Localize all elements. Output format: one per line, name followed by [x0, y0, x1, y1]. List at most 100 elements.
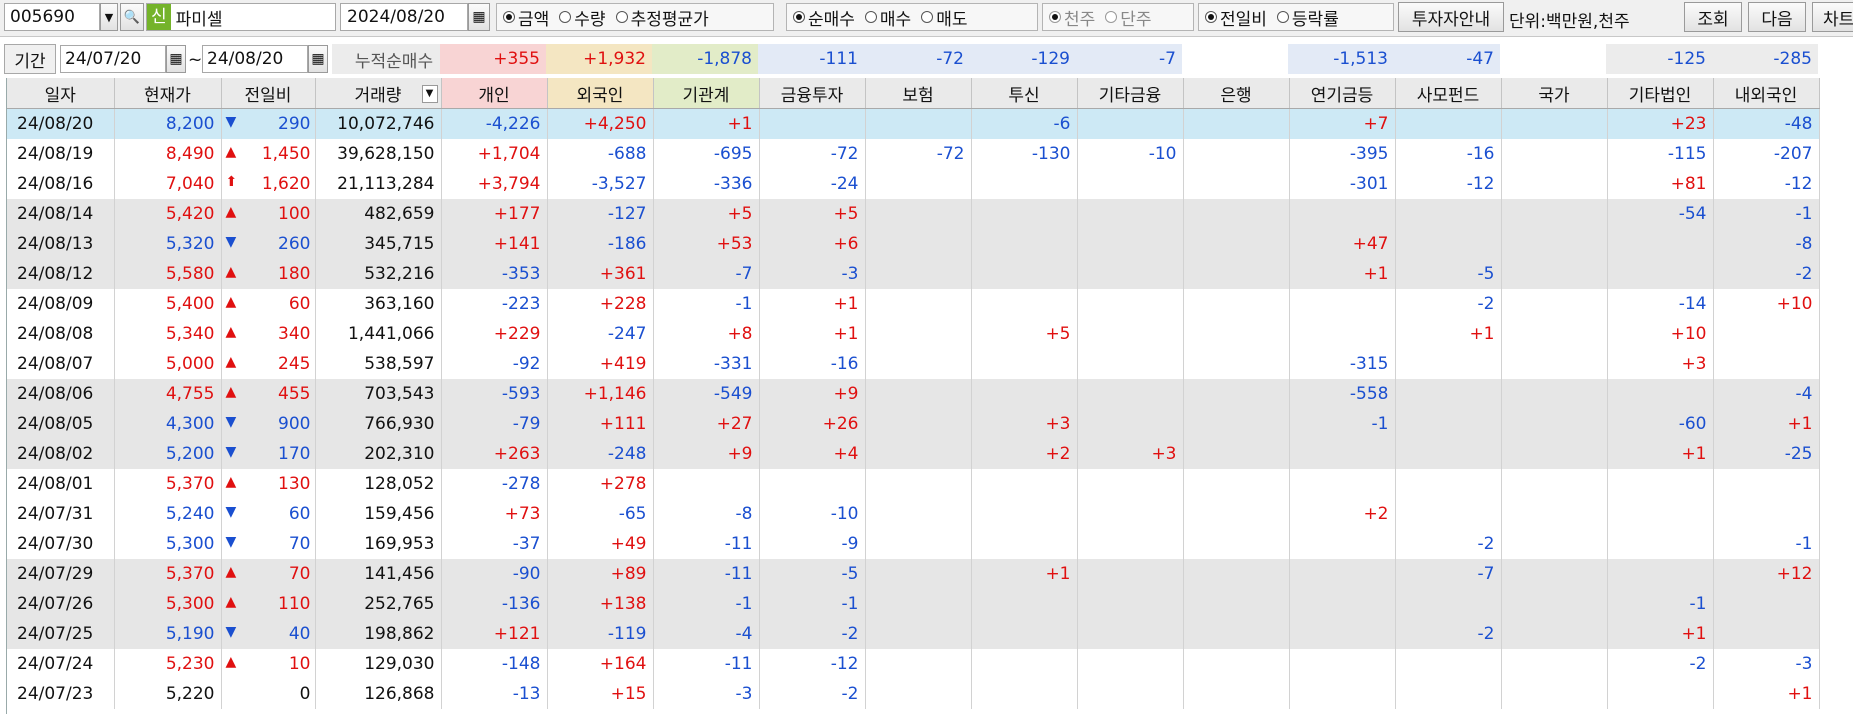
table-row[interactable]: 24/08/06 4,755 ▲ 455 703,543 -593 +1,146 -549 +9…: [7, 378, 1820, 409]
radio-quantity[interactable]: 수량: [559, 5, 606, 30]
table-row[interactable]: 24/08/13 5,320 ▼ 260 345,715 +141 -186 +53 +6 +47…: [7, 228, 1820, 259]
column-header-16[interactable]: 내외국인: [1713, 78, 1820, 109]
cell-value: 5,370: [165, 473, 215, 494]
date-picker-button[interactable]: ▦: [468, 3, 490, 31]
table-row[interactable]: 24/07/26 5,300 ▲ 110 252,765 -136 +138 -1 -1 -1: [7, 588, 1820, 619]
investor-value-cell: [1289, 288, 1396, 319]
change-cell: ▲ 100: [221, 198, 316, 229]
column-header-14[interactable]: 국가: [1501, 78, 1608, 109]
table-row[interactable]: 24/07/30 5,300 ▼ 70 169,953 -37 +49 -11 -9 -2 -1: [7, 528, 1820, 559]
investor-value-cell: -1: [1289, 408, 1396, 439]
column-header-1[interactable]: 현재가: [114, 78, 222, 109]
radio-sell[interactable]: 매도: [921, 5, 967, 30]
cell-value: 8,200: [165, 113, 215, 134]
cell-value: 7,040: [165, 173, 215, 194]
table-row[interactable]: 24/08/16 7,040 ⬆ 1,620 21,113,284 +3,794 -3,52…: [7, 168, 1820, 199]
column-header-10[interactable]: 기타금융: [1077, 78, 1184, 109]
radio-net-buy[interactable]: 순매수: [793, 5, 855, 30]
radio-change-rate[interactable]: 등락률: [1276, 5, 1339, 30]
chart-button[interactable]: 차트: [1812, 2, 1853, 32]
stock-search-button[interactable]: 🔍: [120, 3, 144, 31]
cell-value: 345,715: [364, 233, 435, 254]
sort-dropdown-icon[interactable]: ▼: [421, 85, 438, 103]
column-header-3[interactable]: 거래량 ▼: [315, 78, 442, 109]
column-header-12[interactable]: 연기금등: [1289, 78, 1396, 109]
period-end-picker[interactable]: ▦: [308, 45, 328, 73]
investor-value-cell: [1713, 468, 1820, 499]
period-start-input[interactable]: 24/07/20: [60, 45, 166, 73]
table-row[interactable]: 24/08/09 5,400 ▲ 60 363,160 -223 +228 -1 +1 -2 -14…: [7, 288, 1820, 319]
period-end-input[interactable]: 24/08/20: [202, 45, 308, 73]
cell-value: -48: [1784, 113, 1813, 134]
table-row[interactable]: 24/07/29 5,370 ▲ 70 141,456 -90 +89 -11 -5 +1 -7 +1…: [7, 558, 1820, 589]
cell-value: +1: [833, 293, 859, 314]
investor-value-cell: -13: [441, 678, 548, 709]
column-header-15[interactable]: 기타법인: [1607, 78, 1714, 109]
column-header-6[interactable]: 기관계: [653, 78, 760, 109]
table-row[interactable]: 24/08/19 8,490 ▲ 1,450 39,628,150 +1,704 -688 -…: [7, 138, 1820, 169]
table-row[interactable]: 24/07/31 5,240 ▼ 60 159,456 +73 -65 -8 -10 +2: [7, 498, 1820, 529]
investor-value-cell: [971, 618, 1078, 649]
cell-value: 100: [278, 203, 311, 224]
radio-buy[interactable]: 매수: [864, 5, 911, 30]
table-row[interactable]: 24/08/01 5,370 ▲ 130 128,052 -278 +278: [7, 468, 1820, 499]
quantity-unit-radio-group: 천주 단주: [1042, 3, 1194, 31]
investor-value-cell: -395: [1289, 138, 1396, 169]
cell-value: -60: [1678, 413, 1707, 434]
change-cell: ▼ 260: [221, 228, 316, 259]
column-header-4[interactable]: 개인: [441, 78, 548, 109]
table-row[interactable]: 24/08/08 5,340 ▲ 340 1,441,066 +229 -247 +8 +1 +5…: [7, 318, 1820, 349]
radio-amount[interactable]: 금액: [503, 5, 549, 30]
investor-value-cell: [1501, 468, 1608, 499]
table-row[interactable]: 24/08/14 5,420 ▲ 100 482,659 +177 -127 +5 +5 -54 -…: [7, 198, 1820, 229]
date-cell: 24/07/23: [7, 678, 115, 709]
investor-value-cell: -90: [441, 558, 548, 589]
table-row[interactable]: 24/08/20 8,200 ▼ 290 10,072,746 -4,226 +4,250 +…: [7, 108, 1820, 139]
stock-name-field[interactable]: 신 파미셀: [146, 3, 336, 31]
cell-value: -92: [512, 353, 541, 374]
investor-value-cell: +53: [653, 228, 760, 259]
table-row[interactable]: 24/08/07 5,000 ▲ 245 538,597 -92 +419 -331 -16 -3…: [7, 348, 1820, 379]
investor-value-cell: [971, 348, 1078, 379]
cell-value: 24/08/05: [17, 413, 94, 434]
radio-vs-prev-day[interactable]: 전일비: [1205, 5, 1267, 30]
radio-estimated-avg-price[interactable]: 추정평균가: [615, 5, 709, 30]
column-header-11[interactable]: 은행: [1183, 78, 1290, 109]
cell-value: 24/07/25: [17, 623, 94, 644]
column-header-13[interactable]: 사모펀드: [1395, 78, 1502, 109]
table-row[interactable]: 24/07/24 5,230 ▲ 10 129,030 -148 +164 -11 -12 -2 -…: [7, 648, 1820, 679]
investor-guide-button[interactable]: 투자자안내: [1398, 2, 1504, 32]
table-row[interactable]: 24/08/12 5,580 ▲ 180 532,216 -353 +361 -7 -3 +1 -5…: [7, 258, 1820, 289]
radio-thousand-shares[interactable]: 천주: [1049, 5, 1095, 30]
investor-value-cell: [1183, 198, 1290, 229]
investor-value-cell: -12: [1395, 168, 1502, 199]
investor-value-cell: [1289, 618, 1396, 649]
table-row[interactable]: 24/07/25 5,190 ▼ 40 198,862 +121 -119 -4 -2 -2 +1: [7, 618, 1820, 649]
period-start-picker[interactable]: ▦: [166, 45, 186, 73]
date-cell: 24/08/05: [7, 408, 115, 439]
change-cell: ▲ 245: [221, 348, 316, 379]
radio-single-shares[interactable]: 단주: [1105, 5, 1152, 30]
cell-value: -2: [1477, 623, 1495, 644]
table-row[interactable]: 24/08/05 4,300 ▼ 900 766,930 -79 +111 +27 +26 +3 -…: [7, 408, 1820, 439]
radio-label: 등락률: [1291, 9, 1339, 30]
cell-value: 290: [278, 113, 311, 134]
radio-label: 금액: [518, 9, 550, 30]
next-button[interactable]: 다음: [1748, 2, 1806, 32]
stock-code-dropdown[interactable]: ▼: [100, 3, 118, 31]
query-button[interactable]: 조회: [1684, 2, 1742, 32]
column-header-9[interactable]: 투신: [971, 78, 1078, 109]
cell-value: 24/08/19: [17, 143, 94, 164]
cell-value: -1: [735, 593, 753, 614]
column-header-8[interactable]: 보험: [865, 78, 972, 109]
table-row[interactable]: 24/08/02 5,200 ▼ 170 202,310 +263 -248 +9 +4 +2 +3…: [7, 438, 1820, 469]
table-row[interactable]: 24/07/23 5,220 0 126,868 -13 +15 -3 -2 +1: [7, 678, 1820, 709]
cell-value: +81: [1670, 173, 1707, 194]
column-header-0[interactable]: 일자: [7, 78, 115, 109]
date-input[interactable]: 2024/08/20: [340, 3, 468, 31]
stock-code-input[interactable]: 005690: [4, 3, 100, 31]
column-header-5[interactable]: 외국인: [547, 78, 654, 109]
investor-value-cell: [865, 528, 972, 559]
column-header-7[interactable]: 금융투자: [759, 78, 866, 109]
column-header-2[interactable]: 전일비: [221, 78, 316, 109]
